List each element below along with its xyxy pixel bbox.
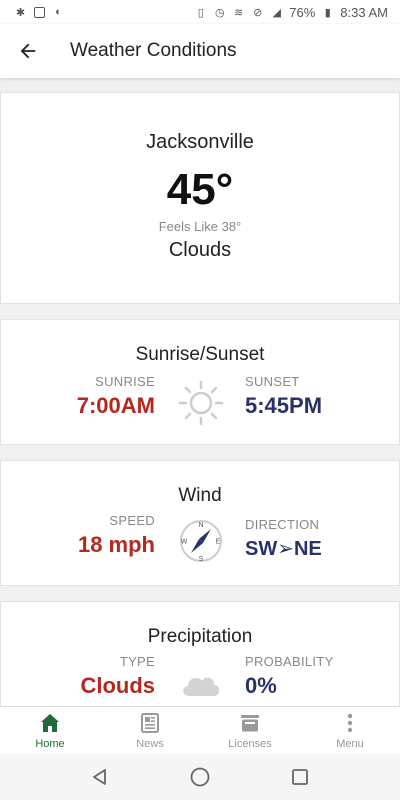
system-back-button[interactable]: [80, 757, 120, 797]
precip-probability-column: PROBABILITY 0%: [245, 654, 334, 699]
wind-speed-column: SPEED 18 mph: [78, 513, 155, 558]
compass-w: W: [181, 539, 188, 546]
feels-like: Feels Like 38°: [158, 219, 242, 234]
arrow-back-icon: [20, 43, 36, 59]
bottom-nav: Home News Licenses Menu: [0, 706, 400, 754]
condition: Clouds: [168, 239, 232, 261]
nav-label: Menu: [336, 738, 364, 750]
wind-direction-column: DIRECTION SW➢NE: [245, 517, 322, 561]
status-system: ▯ ◷ ≋ ⊘ ◢ 76% ▮ 8:33 AM: [194, 5, 388, 20]
precip-type-value: Clouds: [80, 673, 155, 698]
card-title: Sunrise/Sunset: [135, 344, 265, 365]
precip-type-label: TYPE: [119, 654, 155, 669]
vibrate-icon: ▯: [197, 6, 204, 19]
cloud-icon: [183, 677, 220, 696]
sunset-column: SUNSET 5:45PM: [245, 374, 322, 419]
licenses-icon: [238, 711, 262, 735]
status-notifications: ✱ ◐: [14, 6, 65, 19]
circle-home-icon: [190, 767, 210, 787]
no-sim-icon: ⊘: [253, 6, 263, 19]
system-recents-button[interactable]: [280, 757, 320, 797]
temperature: 45°: [166, 165, 234, 214]
sunset-label: SUNSET: [245, 374, 300, 389]
signal-icon: ◢: [272, 6, 281, 19]
triangle-back-icon: [93, 769, 106, 785]
alarm-icon: ◷: [214, 6, 225, 19]
home-icon: [38, 711, 62, 735]
menu-icon: [338, 711, 362, 735]
compass-icon: N E S W: [180, 520, 222, 563]
nav-label: Home: [35, 738, 65, 750]
card-title: Wind: [178, 485, 222, 506]
card-title: Precipitation: [147, 626, 253, 647]
slack-icon: ✱: [15, 6, 26, 19]
wind-direction-label: DIRECTION: [245, 517, 320, 532]
wind-speed-label: SPEED: [109, 513, 155, 528]
weather-content[interactable]: Jacksonville 45° Feels Like 38° Clouds S…: [0, 78, 400, 706]
nav-news[interactable]: News: [100, 707, 200, 754]
clock: 8:33 AM: [340, 4, 388, 20]
sunrise-column: SUNRISE 7:00AM: [77, 374, 155, 419]
precip-probability-label: PROBABILITY: [245, 654, 334, 669]
wifi-icon: ≋: [234, 6, 244, 19]
image-notification-icon: [33, 6, 46, 19]
square-recents-icon: [292, 769, 308, 785]
wind-speed-value: 18 mph: [77, 532, 155, 557]
system-nav-bar: [0, 754, 400, 800]
wind-card: Wind SPEED 18 mph N E S W DIRECTION SW➢N…: [0, 460, 400, 586]
sun-icon: [178, 380, 224, 426]
battery-percent: 76%: [289, 4, 316, 20]
compass-s: S: [199, 556, 204, 563]
nav-label: News: [136, 738, 164, 750]
battery-icon: ▮: [324, 6, 331, 19]
compass-n: N: [198, 522, 203, 529]
nav-label: Licenses: [228, 738, 272, 750]
precip-type-column: TYPE Clouds: [80, 654, 155, 699]
current-conditions-card: Jacksonville 45° Feels Like 38° Clouds: [0, 92, 400, 304]
nav-home[interactable]: Home: [0, 707, 100, 754]
app-notification-icon: ◐: [55, 6, 62, 18]
page-title: Weather Conditions: [70, 40, 237, 61]
system-home-button[interactable]: [180, 757, 220, 797]
back-button[interactable]: [0, 24, 56, 78]
precipitation-card: Precipitation TYPE Clouds PROBABILITY 0%: [0, 601, 400, 706]
compass-e: E: [216, 539, 221, 546]
nav-licenses[interactable]: Licenses: [200, 707, 300, 754]
sunset-value: 5:45PM: [245, 393, 323, 418]
sunrise-sunset-card: Sunrise/Sunset SUNRISE 7:00AM SUNSET 5:4…: [0, 319, 400, 445]
news-icon: [138, 711, 162, 735]
sunrise-label: SUNRISE: [95, 374, 155, 389]
status-bar: ✱ ◐ ▯ ◷ ≋ ⊘ ◢ 76% ▮ 8:33 AM: [0, 0, 400, 24]
nav-menu[interactable]: Menu: [300, 707, 400, 754]
sunrise-value: 7:00AM: [76, 393, 155, 418]
city-name: Jacksonville: [146, 131, 254, 153]
app-bar: Weather Conditions: [0, 24, 400, 78]
precip-probability-value: 0%: [245, 673, 277, 698]
wind-direction-value: SW➢NE: [245, 538, 322, 560]
